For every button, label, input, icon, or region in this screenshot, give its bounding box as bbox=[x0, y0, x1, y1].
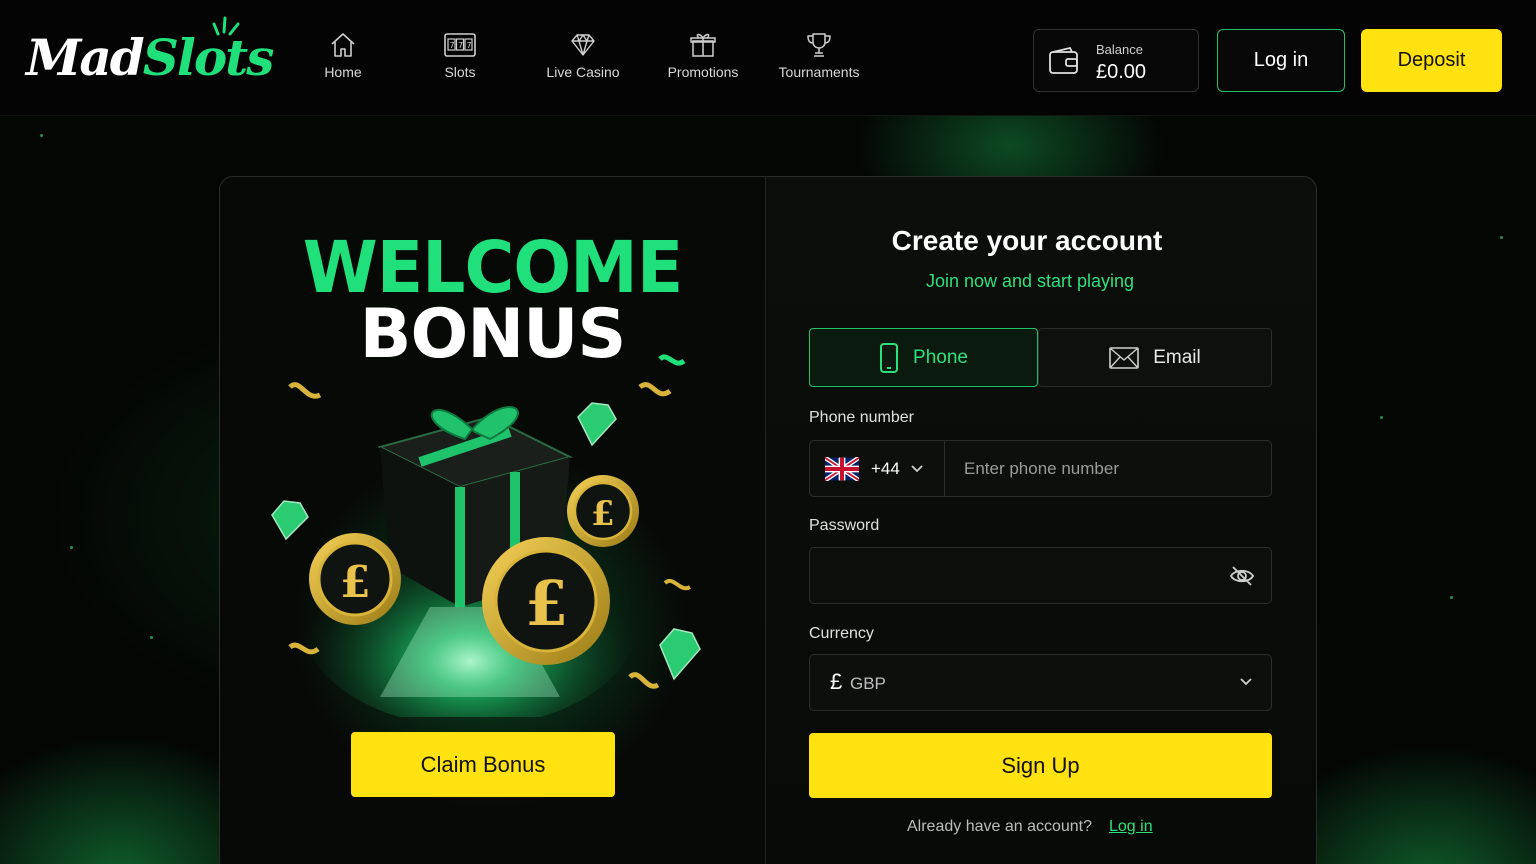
diamond-icon bbox=[571, 34, 595, 56]
nav-slots[interactable]: 777 Slots bbox=[417, 30, 503, 92]
signup-card: WELCOME BONUS £ £ £ Claim Bonus Create y… bbox=[219, 176, 1317, 864]
balance-label: Balance bbox=[1096, 42, 1143, 57]
sign-up-button[interactable]: Sign Up bbox=[809, 733, 1272, 798]
password-input[interactable] bbox=[810, 548, 1210, 603]
pound-coin-center: £ bbox=[482, 537, 610, 665]
mobile-phone-icon bbox=[880, 342, 899, 373]
wallet-icon bbox=[1049, 46, 1078, 74]
nav-promotions-label: Promotions bbox=[667, 64, 739, 80]
login-link[interactable]: Log in bbox=[1109, 818, 1153, 836]
logo-text-slots: Slots bbox=[142, 28, 275, 87]
tab-email-label: Email bbox=[1153, 346, 1201, 368]
svg-text:£: £ bbox=[525, 567, 568, 640]
svg-text:7: 7 bbox=[450, 41, 455, 50]
login-button[interactable]: Log in bbox=[1217, 29, 1345, 92]
phone-number-field: +44 bbox=[809, 440, 1272, 497]
currency-symbol: £ bbox=[830, 669, 843, 694]
password-field bbox=[809, 547, 1272, 604]
svg-text:£: £ bbox=[591, 494, 615, 534]
nav-home[interactable]: Home bbox=[300, 30, 386, 92]
tab-phone-label: Phone bbox=[913, 346, 968, 368]
nav-slots-label: Slots bbox=[444, 64, 476, 80]
madslots-logo[interactable]: MadSlots bbox=[26, 14, 274, 94]
signup-method-tabs: Phone Email bbox=[809, 328, 1272, 387]
home-icon bbox=[331, 33, 355, 57]
trophy-icon bbox=[807, 33, 831, 57]
country-code-value: +44 bbox=[871, 458, 900, 478]
nav-home-label: Home bbox=[324, 64, 362, 80]
eye-slash-icon[interactable] bbox=[1229, 564, 1255, 588]
tab-email[interactable]: Email bbox=[1038, 328, 1272, 387]
phone-number-input[interactable] bbox=[946, 441, 1271, 496]
claim-bonus-button[interactable]: Claim Bonus bbox=[351, 732, 615, 797]
gift-icon bbox=[690, 33, 716, 57]
deposit-button[interactable]: Deposit bbox=[1361, 29, 1502, 92]
logo-text-mad: Mad bbox=[26, 28, 145, 87]
chevron-down-icon bbox=[911, 464, 923, 472]
tab-phone[interactable]: Phone bbox=[809, 328, 1038, 387]
country-code-select[interactable]: +44 bbox=[810, 441, 945, 496]
svg-text:7: 7 bbox=[458, 41, 463, 50]
nav-live-casino-label: Live Casino bbox=[546, 64, 620, 80]
pound-coin-right: £ bbox=[567, 475, 639, 547]
nav-live-casino[interactable]: Live Casino bbox=[528, 30, 638, 92]
nav-tournaments[interactable]: Tournaments bbox=[769, 30, 869, 92]
uk-flag-icon bbox=[825, 456, 859, 481]
envelope-icon bbox=[1109, 346, 1140, 369]
form-subtitle: Join now and start playing bbox=[925, 271, 1135, 291]
already-have-account-text: Already have an account? bbox=[907, 818, 1093, 835]
gift-coins-illustration: £ £ £ bbox=[271, 354, 701, 717]
nav-tournaments-label: Tournaments bbox=[778, 64, 860, 80]
top-header: MadSlots Home 777 Slots Live Casino Prom… bbox=[0, 0, 1536, 116]
nav-promotions[interactable]: Promotions bbox=[653, 30, 753, 92]
svg-text:£: £ bbox=[340, 557, 371, 608]
currency-label: Currency bbox=[809, 625, 874, 642]
phone-number-label: Phone number bbox=[809, 409, 914, 426]
password-label: Password bbox=[809, 517, 880, 534]
create-account-form: Create your account Join now and start p… bbox=[767, 177, 1316, 864]
pound-coin-left: £ bbox=[309, 533, 401, 625]
balance-box[interactable]: Balance £0.00 bbox=[1033, 29, 1199, 92]
svg-text:7: 7 bbox=[467, 41, 472, 50]
currency-value: GBP bbox=[850, 674, 886, 693]
balance-value: £0.00 bbox=[1096, 61, 1147, 83]
logo-spark-icon bbox=[212, 16, 240, 36]
currency-select[interactable]: £ GBP bbox=[809, 654, 1272, 711]
welcome-bonus-panel: WELCOME BONUS £ £ £ Claim Bonus bbox=[220, 177, 766, 864]
slot-machine-icon: 777 bbox=[444, 33, 476, 57]
form-title: Create your account bbox=[891, 225, 1163, 256]
main-nav: Home 777 Slots Live Casino Promotions To… bbox=[300, 30, 869, 92]
chevron-down-icon bbox=[1240, 678, 1252, 686]
